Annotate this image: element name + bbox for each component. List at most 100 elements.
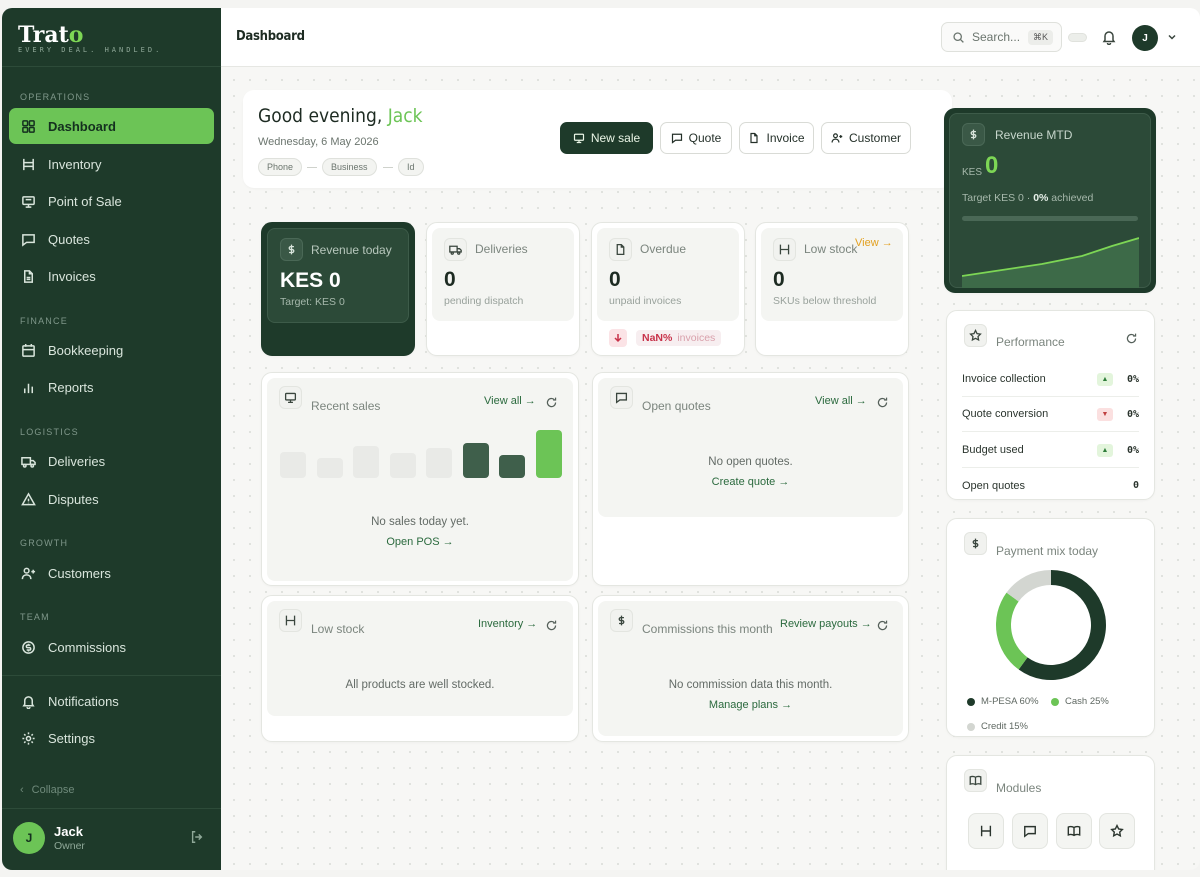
sidebar-item-label: Deliveries <box>48 453 106 469</box>
search-placeholder: Search... <box>972 30 1021 44</box>
sidebar-item-bookkeeping[interactable]: Bookkeeping <box>9 332 214 368</box>
refresh-icon[interactable] <box>1125 332 1138 345</box>
module-quotes-button[interactable] <box>1012 813 1048 849</box>
sidebar-item-dashboard[interactable]: Dashboard <box>9 108 214 144</box>
register-icon <box>284 392 297 404</box>
view-all-quotes-link[interactable]: View all → <box>815 395 867 407</box>
stat-deliveries[interactable]: Deliveries 0 pending dispatch <box>426 222 580 356</box>
logo[interactable]: Trato <box>18 22 83 48</box>
card-title: Modules <box>996 781 1042 795</box>
quote-button[interactable]: Quote <box>660 122 732 154</box>
user-role: Owner <box>54 840 85 852</box>
manage-plans-link[interactable]: Manage plans → <box>593 699 908 711</box>
stat-low-stock[interactable]: Low stock View → 0 SKUs below threshold <box>755 222 909 356</box>
sidebar-item-label: Notifications <box>48 693 119 709</box>
payment-mix-card: Payment mix today M-PESA 60% Cash 25% Cr… <box>946 518 1155 737</box>
sidebar-item-inventory[interactable]: Inventory <box>9 146 214 182</box>
sidebar-item-label: Quotes <box>48 231 90 247</box>
modules-card: Modules <box>946 755 1155 870</box>
dollar-icon-box <box>962 123 985 146</box>
sidebar-item-invoices[interactable]: Invoices <box>9 258 214 294</box>
new-sale-button[interactable]: New sale <box>560 122 653 154</box>
invoice-label: Invoice <box>766 131 805 145</box>
stat-label: Revenue today <box>311 243 392 257</box>
module-bookkeeping-button[interactable] <box>1056 813 1092 849</box>
sidebar: Trato EVERY DEAL. HANDLED. OPERATIONS Da… <box>2 8 221 870</box>
legend-mpesa: M-PESA 60% <box>967 696 1039 707</box>
card-title: Revenue MTD <box>995 128 1073 142</box>
logout-icon[interactable] <box>190 830 204 844</box>
chip-business[interactable]: Business <box>322 158 377 176</box>
progress-track <box>962 216 1138 221</box>
refresh-icon[interactable] <box>876 619 889 632</box>
review-payouts-link[interactable]: Review payouts → <box>780 618 872 630</box>
refresh-icon[interactable] <box>545 619 558 632</box>
trend-up-icon: ▲ <box>1096 372 1113 386</box>
quote-label: Quote <box>688 131 722 145</box>
bell-icon <box>22 695 35 709</box>
gear-icon <box>22 731 35 745</box>
empty-state: All products are well stocked. <box>345 679 495 691</box>
refresh-icon[interactable] <box>545 396 558 409</box>
user-name: Jack <box>54 824 83 839</box>
card-title: Payment mix today <box>996 544 1099 558</box>
sidebar-item-quotes[interactable]: Quotes <box>9 221 214 257</box>
card-title: Low stock <box>311 622 365 636</box>
stat-label: Overdue <box>640 242 687 256</box>
inventory-link[interactable]: Inventory → <box>478 618 537 630</box>
chip-id[interactable]: Id <box>398 158 424 176</box>
metric-label: Invoice collection <box>962 373 1046 385</box>
refresh-icon[interactable] <box>876 396 889 409</box>
sidebar-item-point-of-sale[interactable]: Point of Sale <box>9 183 214 219</box>
tagline: EVERY DEAL. HANDLED. <box>18 46 163 54</box>
bell-icon[interactable] <box>1101 29 1117 45</box>
commissions-card: Commissions this month Review payouts → … <box>592 595 909 742</box>
sales-bar <box>353 446 379 478</box>
sidebar-item-disputes[interactable]: Disputes <box>9 481 214 517</box>
trend-badge: NaN% invoices <box>636 330 722 346</box>
view-all-sales-link[interactable]: View all → <box>484 395 536 407</box>
section-finance: FINANCE <box>20 316 68 326</box>
stat-value: 0 <box>444 268 456 291</box>
avatar[interactable]: J <box>1132 25 1158 51</box>
register-icon <box>573 133 584 144</box>
mtd-target: Target KES 0 · 0% achieved <box>962 192 1093 204</box>
document-icon <box>750 132 759 144</box>
message-icon-box <box>610 386 633 409</box>
low-stock-card: Low stock Inventory → All products are w… <box>261 595 579 742</box>
collapse-button[interactable]: ‹ Collapse <box>20 784 74 796</box>
sidebar-item-reports[interactable]: Reports <box>9 369 214 405</box>
sidebar-item-label: Point of Sale <box>48 193 122 209</box>
stat-sub: pending dispatch <box>444 295 524 307</box>
search-input[interactable]: Search... ⌘K <box>941 22 1062 52</box>
open-pos-link[interactable]: Open POS → <box>262 536 578 548</box>
customer-button[interactable]: Customer <box>821 122 911 154</box>
register-icon-box <box>279 386 302 409</box>
sidebar-item-customers[interactable]: Customers <box>9 555 214 591</box>
module-inventory-button[interactable] <box>968 813 1004 849</box>
sidebar-item-deliveries[interactable]: Deliveries <box>9 443 214 479</box>
dollar-icon <box>618 615 625 626</box>
theme-toggle[interactable] <box>1068 33 1087 42</box>
user-panel: J Jack Owner <box>2 808 221 870</box>
card-title: Recent sales <box>311 399 381 413</box>
avatar[interactable]: J <box>13 822 45 854</box>
sidebar-item-settings[interactable]: Settings <box>9 720 214 756</box>
sidebar-item-commissions[interactable]: Commissions <box>9 629 214 665</box>
stat-revenue-today[interactable]: Revenue today KES 0 Target: KES 0 <box>261 222 415 356</box>
dollar-icon-box <box>964 532 987 555</box>
view-low-stock-link[interactable]: View → <box>855 237 893 249</box>
chip-phone[interactable]: Phone <box>258 158 303 176</box>
sidebar-item-notifications[interactable]: Notifications <box>9 683 214 719</box>
stat-overdue[interactable]: Overdue 0 unpaid invoices NaN% invoices <box>591 222 745 356</box>
calendar-icon <box>22 343 35 357</box>
invoice-button[interactable]: Invoice <box>739 122 814 154</box>
greeting-date: Wednesday, 6 May 2026 <box>258 136 379 148</box>
create-quote-link[interactable]: Create quote → <box>593 476 908 488</box>
chevron-down-icon[interactable] <box>1167 32 1177 42</box>
sales-bar <box>463 443 489 478</box>
module-favorites-button[interactable] <box>1099 813 1135 849</box>
sidebar-item-label: Commissions <box>48 639 127 655</box>
message-icon <box>1024 825 1036 838</box>
document-icon <box>24 269 33 283</box>
